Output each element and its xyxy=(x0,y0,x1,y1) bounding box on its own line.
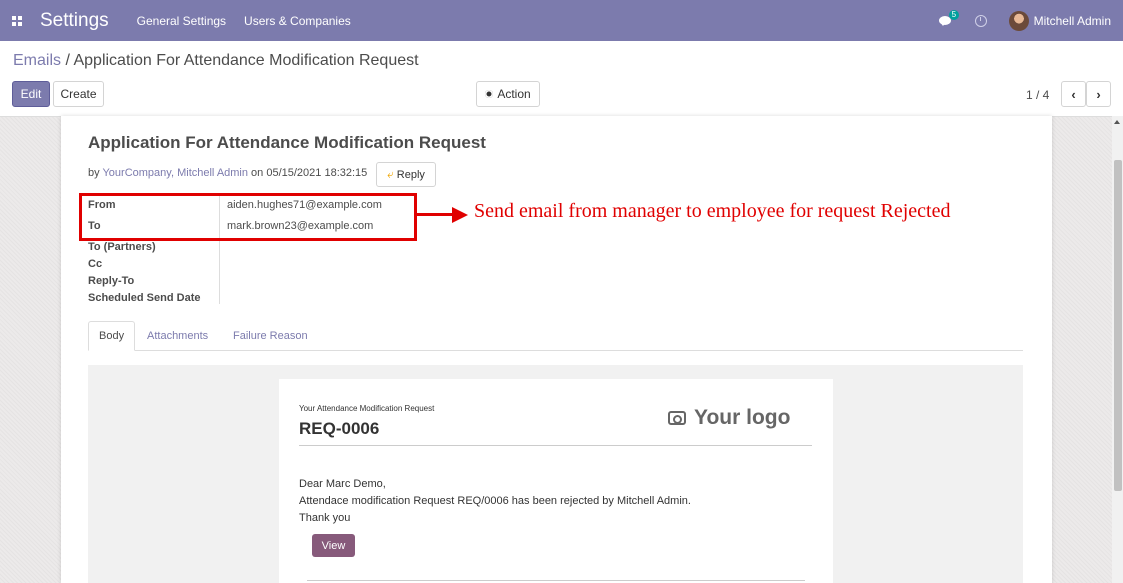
email-text: Dear Marc Demo, Attendace modification R… xyxy=(299,476,691,527)
pager-previous-button[interactable]: ‹ xyxy=(1061,81,1086,107)
messages-count-badge: 5 xyxy=(948,9,960,20)
notebook-tabs: Body Attachments Failure Reason xyxy=(88,321,1023,351)
menu-users-companies[interactable]: Users & Companies xyxy=(244,14,351,28)
message-authors-link[interactable]: YourCompany, Mitchell Admin xyxy=(102,167,248,179)
action-label: Action xyxy=(497,87,531,101)
reply-icon: ⤶ xyxy=(387,167,394,181)
email-divider xyxy=(299,445,812,446)
annotation-highlight-box xyxy=(79,193,417,241)
apps-menu-icon[interactable] xyxy=(2,0,32,41)
activity-clock-icon[interactable] xyxy=(974,14,987,27)
annotation-text: Send email from manager to employee for … xyxy=(474,200,951,222)
pager-value[interactable]: 1 / 4 xyxy=(1026,88,1049,102)
email-line-2: Thank you xyxy=(299,512,351,524)
company-logo: Your logo xyxy=(668,406,790,430)
user-menu[interactable]: Mitchell Admin xyxy=(1008,10,1111,31)
gear-icon xyxy=(485,90,494,98)
breadcrumb-current: Application For Attendance Modification … xyxy=(73,52,419,69)
chevron-right-icon: › xyxy=(1096,86,1101,102)
avatar xyxy=(1008,10,1029,31)
tab-failure-reason[interactable]: Failure Reason xyxy=(223,321,318,351)
breadcrumb-separator: / xyxy=(61,52,74,69)
email-greeting: Dear Marc Demo, xyxy=(299,478,386,490)
email-reference: REQ-0006 xyxy=(299,419,380,438)
logo-text: Your logo xyxy=(694,406,791,429)
scroll-up-arrow-icon[interactable] xyxy=(1114,120,1120,124)
tab-body[interactable]: Body xyxy=(88,321,136,351)
user-name: Mitchell Admin xyxy=(1033,13,1111,28)
tab-attachments[interactable]: Attachments xyxy=(137,321,218,351)
menu-general-settings[interactable]: General Settings xyxy=(137,14,226,28)
email-line-1: Attendace modification Request REQ/0006 … xyxy=(299,495,691,507)
label-to-partners: To (Partners) xyxy=(88,241,156,253)
app-title[interactable]: Settings xyxy=(40,10,109,32)
annotation-arrow-line xyxy=(417,213,457,216)
chevron-left-icon: ‹ xyxy=(1071,86,1076,102)
scrollbar[interactable] xyxy=(1112,116,1123,583)
edit-button[interactable]: Edit xyxy=(12,81,50,107)
message-subject: Application For Attendance Modification … xyxy=(88,133,486,152)
annotation-arrow-icon xyxy=(452,207,468,223)
view-button[interactable]: View xyxy=(312,534,355,557)
label-cc: Cc xyxy=(88,258,103,270)
reply-button[interactable]: ⤶ Reply xyxy=(376,162,436,187)
camera-icon xyxy=(668,411,686,425)
message-byline: by YourCompany, Mitchell Admin on 05/15/… xyxy=(88,167,367,179)
messages-icon[interactable]: 5 xyxy=(938,9,960,28)
breadcrumb: Emails / Application For Attendance Modi… xyxy=(13,52,419,70)
pager-next-button[interactable]: › xyxy=(1086,81,1111,107)
message-date: on 05/15/2021 18:32:15 xyxy=(248,167,368,179)
breadcrumb-emails-link[interactable]: Emails xyxy=(13,52,61,69)
create-button[interactable]: Create xyxy=(53,81,104,107)
label-scheduled-send-date: Scheduled Send Date xyxy=(88,292,201,304)
email-footer-divider xyxy=(307,580,805,581)
scrollbar-thumb[interactable] xyxy=(1114,160,1122,491)
byline-prefix: by xyxy=(88,167,103,179)
reply-label: Reply xyxy=(396,168,425,181)
label-reply-to: Reply-To xyxy=(88,275,135,287)
top-navbar: Settings General Settings Users & Compan… xyxy=(0,0,1123,41)
email-subtitle: Your Attendance Modification Request xyxy=(299,404,435,413)
action-button[interactable]: Action xyxy=(476,81,540,107)
